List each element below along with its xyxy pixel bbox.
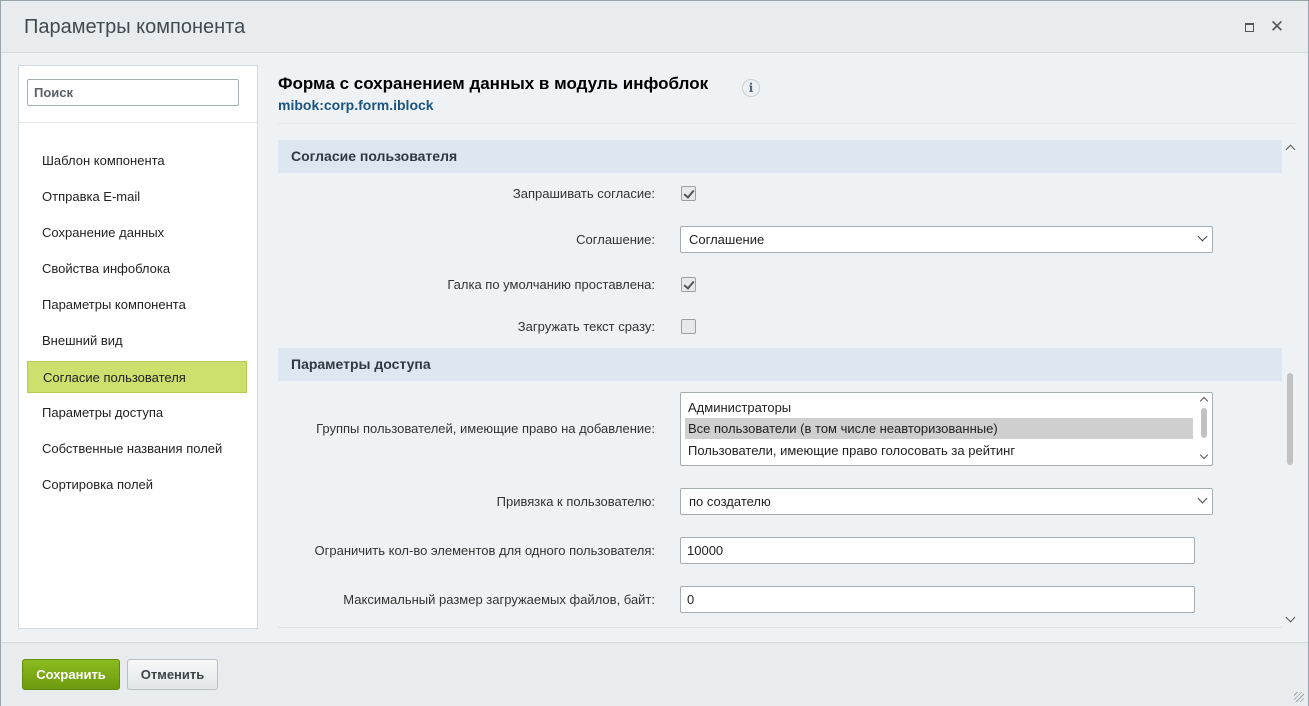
sidebar-item-custom-field-names[interactable]: Собственные названия полей bbox=[27, 433, 247, 465]
default-checked-label: Галка по умолчанию проставлена: bbox=[447, 277, 655, 292]
agreement-select[interactable]: Соглашение bbox=[680, 226, 1213, 253]
sidebar: Шаблон компонента Отправка E-mail Сохран… bbox=[18, 65, 258, 629]
user-groups-option-selected[interactable]: Все пользователи (в том числе неавторизо… bbox=[685, 418, 1193, 439]
sidebar-item-component-template[interactable]: Шаблон компонента bbox=[27, 145, 247, 177]
divider bbox=[278, 123, 1297, 124]
sidebar-item-user-consent[interactable]: Согласие пользователя bbox=[27, 361, 247, 393]
component-code: mibok:corp.form.iblock bbox=[278, 97, 434, 113]
user-groups-option[interactable]: Пользователи, имеющие право голосовать з… bbox=[685, 440, 1193, 461]
sidebar-item-iblock-properties[interactable]: Свойства инфоблока bbox=[27, 253, 247, 285]
sidebar-item-appearance[interactable]: Внешний вид bbox=[27, 325, 247, 357]
user-groups-option[interactable]: Администраторы bbox=[685, 397, 1193, 418]
max-file-size-input[interactable] bbox=[680, 586, 1195, 613]
save-button[interactable]: Сохранить bbox=[22, 659, 120, 690]
info-icon[interactable]: i bbox=[742, 79, 760, 97]
multiselect-scrollbar[interactable] bbox=[1197, 394, 1211, 464]
scrollbar-thumb[interactable] bbox=[1287, 373, 1293, 465]
main-panel: Форма с сохранением данных в модуль инфо… bbox=[278, 65, 1298, 633]
dialog-footer: Сохранить Отменить bbox=[1, 642, 1308, 706]
sidebar-item-email-sending[interactable]: Отправка E-mail bbox=[27, 181, 247, 213]
user-groups-multiselect[interactable]: Администраторы Все пользователи (в том ч… bbox=[680, 392, 1213, 466]
agreement-label: Соглашение: bbox=[576, 232, 655, 247]
component-title: Форма с сохранением данных в модуль инфо… bbox=[278, 74, 709, 93]
limit-input[interactable] bbox=[680, 537, 1195, 564]
sidebar-item-field-sorting[interactable]: Сортировка полей bbox=[27, 469, 247, 501]
resize-grip-icon[interactable] bbox=[1294, 692, 1304, 702]
section-header-access-parameters[interactable]: Параметры доступа bbox=[278, 348, 1282, 381]
sidebar-search bbox=[19, 66, 257, 123]
chevron-down-icon[interactable] bbox=[1285, 612, 1296, 623]
scrollbar-thumb[interactable] bbox=[1201, 408, 1207, 438]
divider bbox=[278, 627, 1282, 628]
request-consent-label: Запрашивать согласие: bbox=[512, 186, 655, 201]
user-groups-label: Группы пользователей, имеющие право на д… bbox=[316, 421, 655, 436]
request-consent-checkbox[interactable] bbox=[681, 186, 696, 201]
dialog-titlebar[interactable]: Параметры компонента ✕ bbox=[1, 1, 1308, 53]
user-binding-select[interactable]: по создателю bbox=[680, 488, 1213, 515]
close-icon[interactable]: ✕ bbox=[1269, 18, 1285, 35]
load-text-label: Загружать текст сразу: bbox=[517, 319, 655, 334]
chevron-up-icon[interactable] bbox=[1199, 396, 1209, 406]
user-binding-label: Привязка к пользователю: bbox=[496, 494, 655, 509]
sidebar-item-component-parameters[interactable]: Параметры компонента bbox=[27, 289, 247, 321]
default-checked-checkbox[interactable] bbox=[681, 277, 696, 292]
cancel-button[interactable]: Отменить bbox=[127, 659, 218, 690]
maximize-icon[interactable] bbox=[1241, 19, 1257, 35]
chevron-down-icon bbox=[1197, 493, 1208, 504]
main-scrollbar[interactable] bbox=[1284, 141, 1296, 629]
chevron-down-icon[interactable] bbox=[1199, 450, 1209, 460]
agreement-select-value: Соглашение bbox=[689, 232, 765, 247]
chevron-up-icon[interactable] bbox=[1285, 144, 1296, 155]
max-file-size-label: Максимальный размер загружаемых файлов, … bbox=[343, 592, 655, 607]
chevron-down-icon bbox=[1197, 231, 1208, 242]
dialog-title: Параметры компонента bbox=[24, 16, 246, 38]
sidebar-item-access-parameters[interactable]: Параметры доступа bbox=[27, 397, 247, 429]
user-binding-select-value: по создателю bbox=[689, 494, 771, 509]
sidebar-item-data-saving[interactable]: Сохранение данных bbox=[27, 217, 247, 249]
component-parameters-dialog: Параметры компонента ✕ Шаблон компонента… bbox=[0, 0, 1309, 706]
section-header-user-consent[interactable]: Согласие пользователя bbox=[278, 140, 1282, 173]
load-text-checkbox[interactable] bbox=[681, 319, 696, 334]
search-input[interactable] bbox=[27, 79, 239, 106]
limit-label: Ограничить кол-во элементов для одного п… bbox=[314, 543, 655, 558]
